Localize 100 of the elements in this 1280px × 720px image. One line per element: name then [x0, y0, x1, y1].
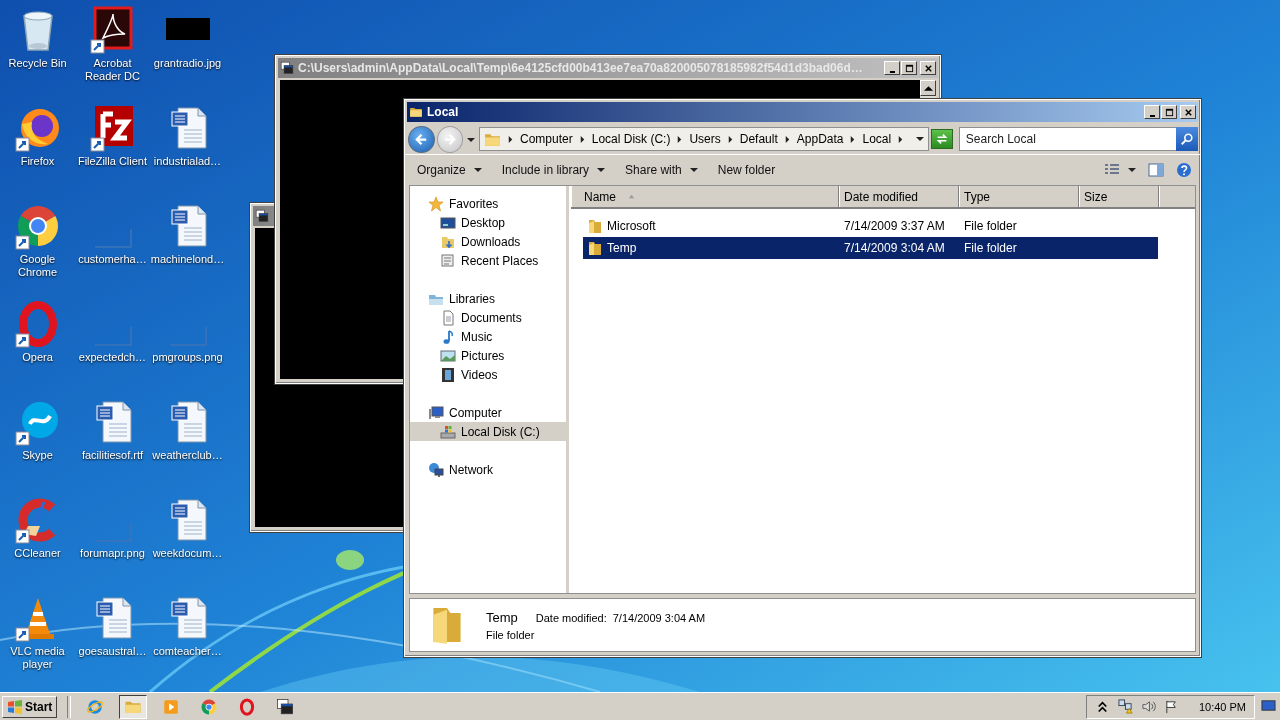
desktop-shortcut[interactable]: comteacher…: [150, 594, 225, 692]
nav-item[interactable]: Network: [410, 460, 566, 479]
close-button[interactable]: [1180, 105, 1196, 119]
nav-item[interactable]: Documents: [410, 308, 566, 327]
forward-arrow-icon: [442, 131, 458, 147]
start-button[interactable]: Start: [2, 695, 58, 718]
folder-icon: [409, 105, 423, 119]
pane-icon: [1148, 162, 1164, 178]
desktop-shortcut[interactable]: machinelond…: [150, 202, 225, 300]
caret-icon: [916, 135, 925, 143]
chevron-icon: [783, 135, 791, 143]
back-button[interactable]: [408, 125, 435, 153]
nav-item[interactable]: Desktop: [410, 213, 566, 232]
nav-item[interactable]: Music: [410, 327, 566, 346]
nav-item[interactable]: Recent Places: [410, 251, 566, 270]
breadcrumb-link[interactable]: AppData: [796, 132, 844, 146]
browser-icon: [86, 697, 105, 716]
breadcrumb-link[interactable]: Users: [689, 132, 721, 146]
breadcrumb-link[interactable]: Local Disk (C:): [591, 132, 671, 146]
table-cell-text: 7/14/2009 3:37 AM: [843, 219, 946, 233]
maximize-button[interactable]: [1161, 105, 1177, 119]
browser-icon: [238, 697, 257, 716]
clock[interactable]: 10:40 PM: [1198, 700, 1246, 713]
chevron-icon: [849, 135, 857, 143]
desktop-shortcut[interactable]: Skype: [0, 398, 75, 496]
column-header[interactable]: Type: [959, 186, 1079, 207]
desktop-shortcut[interactable]: goesaustral…: [75, 594, 150, 692]
desktop-shortcut[interactable]: Firefox: [0, 104, 75, 202]
desktop-shortcut[interactable]: facilitiesof.rtf: [75, 398, 150, 496]
caret-icon: [689, 166, 698, 174]
computer-icon: [428, 404, 444, 421]
minimize-icon: [1149, 114, 1155, 117]
desktop-shortcut[interactable]: grantradio.jpg: [150, 6, 225, 104]
desktop-shortcut[interactable]: FileZilla Client: [75, 104, 150, 202]
minimize-button[interactable]: [884, 61, 900, 75]
desktop-shortcut[interactable]: CCleaner: [0, 496, 75, 594]
window-title: Local: [427, 105, 460, 119]
nav-item[interactable]: Local Disk (C:): [410, 422, 566, 441]
file-row[interactable]: Temp 7/14/2009 3:04 AM File folder: [583, 237, 1158, 259]
nav-item[interactable]: Pictures: [410, 346, 566, 365]
minimize-button[interactable]: [1144, 105, 1160, 119]
caret-icon: [467, 135, 476, 144]
chevron-icon: [578, 135, 586, 143]
close-button[interactable]: [920, 61, 936, 75]
desktop-shortcut[interactable]: expectedch…: [75, 300, 150, 398]
chevron-icon: [897, 135, 905, 143]
address-bar[interactable]: Computer Local Disk (C:) Users Default AppData Local: [479, 127, 930, 151]
toolbar-button[interactable]: Include in library: [493, 160, 614, 180]
nav-item[interactable]: Libraries: [410, 289, 566, 308]
desktop-shortcut[interactable]: Opera: [0, 300, 75, 398]
recent-places-icon: [440, 252, 456, 269]
breadcrumb-link[interactable]: Local: [862, 132, 892, 146]
table-cell-text: File folder: [963, 241, 1018, 255]
taskbar-button[interactable]: [119, 694, 148, 719]
column-header[interactable]: Size: [1079, 186, 1159, 207]
table-cell: Temp: [607, 241, 637, 255]
speaker-icon: [1140, 699, 1156, 714]
desktop-shortcut[interactable]: Google Chrome: [0, 202, 75, 300]
breadcrumb-link[interactable]: Computer: [520, 132, 573, 146]
window-title: C:\Users\admin\AppData\Local\Temp\6e4125cfd00b413ee7ea70a820005078185982f54d1d3bad06d…: [298, 61, 864, 75]
maximize-icon: [1164, 107, 1174, 117]
refresh-button[interactable]: [931, 129, 953, 149]
console-icon: [280, 61, 294, 75]
desktop-shortcut[interactable]: industrialad…: [150, 104, 225, 202]
table-cell: Microsoft: [607, 219, 656, 233]
folder-icon: [587, 218, 603, 234]
windows-logo-icon: [7, 698, 23, 715]
toolbar-button[interactable]: Organize: [409, 160, 490, 180]
table-cell-text: 7/14/2009 3:04 AM: [843, 241, 946, 255]
desktop-shortcut[interactable]: forumapr.png: [75, 496, 150, 594]
caret-icon: [1128, 166, 1136, 174]
desktop-shortcut[interactable]: weekdocum…: [150, 496, 225, 594]
toolbar-button[interactable]: New folder: [709, 160, 784, 180]
refresh-icon: [934, 132, 949, 146]
sort-arrow-icon: [628, 193, 635, 200]
column-header[interactable]: Name: [571, 186, 839, 207]
toolbar-button[interactable]: Share with: [617, 160, 706, 180]
pictures-icon: [440, 347, 456, 364]
nav-item[interactable]: Videos: [410, 365, 566, 384]
breadcrumb-link[interactable]: Default: [739, 132, 778, 146]
file-row[interactable]: Microsoft 7/14/2009 3:37 AM File folder: [583, 215, 1158, 237]
desktop-shortcut[interactable]: Recycle Bin: [0, 6, 75, 104]
nav-item[interactable]: Downloads: [410, 232, 566, 251]
up-arrow-icon: [923, 83, 933, 93]
desktop-shortcut[interactable]: pmgroups.png: [150, 300, 225, 398]
file-name: Temp: [486, 609, 518, 625]
nav-item[interactable]: Favorites: [410, 194, 566, 213]
console-icon: [255, 209, 269, 223]
desktop-shortcut[interactable]: VLC media player: [0, 594, 75, 692]
field-label: Date modified:: [535, 611, 607, 624]
search-field[interactable]: Search Local: [958, 127, 1176, 151]
nav-item[interactable]: Computer: [410, 403, 566, 422]
column-header[interactable]: Date modified: [839, 186, 959, 207]
search-button[interactable]: [1176, 127, 1198, 151]
chevron-icon: [676, 135, 684, 143]
desktop-shortcut[interactable]: customerha…: [75, 202, 150, 300]
desktop-shortcut[interactable]: weatherclub…: [150, 398, 225, 496]
desktop-shortcut[interactable]: Acrobat Reader DC: [75, 6, 150, 104]
maximize-button[interactable]: [901, 61, 917, 75]
back-arrow-icon: [413, 131, 429, 147]
